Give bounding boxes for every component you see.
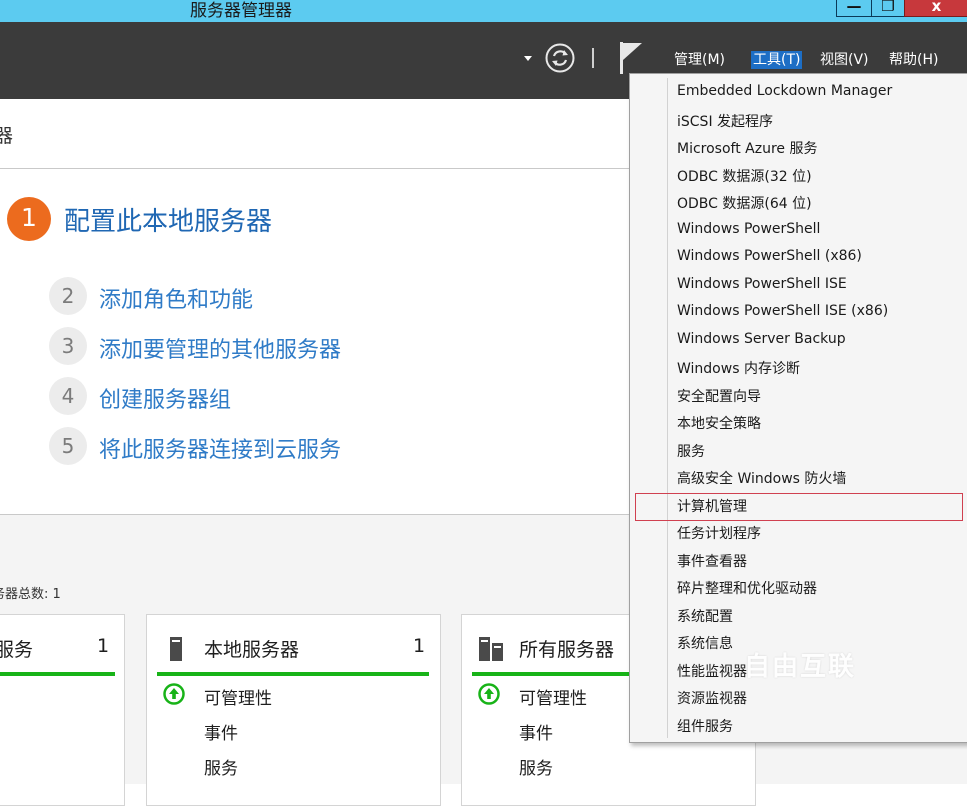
ok-status-icon xyxy=(163,683,185,705)
menu-item-odbc-64[interactable]: ODBC 数据源(64 位) xyxy=(677,193,812,213)
menu-item-services[interactable]: 服务 xyxy=(677,441,705,461)
menu-item-server-backup[interactable]: Windows Server Backup xyxy=(677,331,846,347)
maximize-button[interactable]: ❐ xyxy=(871,0,905,17)
toolbar-separator xyxy=(592,48,594,68)
menu-item-powershell[interactable]: Windows PowerShell xyxy=(677,221,820,237)
tools-dropdown-menu: Embedded Lockdown Manager iSCSI 发起程序 Mic… xyxy=(629,73,967,743)
step-4-badge: 4 xyxy=(49,377,87,415)
title-bar: 服务器管理器 — ❐ x xyxy=(0,0,967,22)
step-5-number: 5 xyxy=(61,434,75,458)
step-2-number: 2 xyxy=(61,284,75,308)
ok-status-icon xyxy=(478,683,500,705)
section-title: 器 xyxy=(0,125,14,147)
step-3-badge: 3 xyxy=(49,327,87,365)
status-bar xyxy=(0,672,115,676)
menu-item-powershell-x86[interactable]: Windows PowerShell (x86) xyxy=(677,248,862,264)
minimize-button[interactable]: — xyxy=(836,0,872,17)
menu-gutter xyxy=(667,78,668,738)
menu-item-component-services[interactable]: 组件服务 xyxy=(677,716,733,736)
status-bar xyxy=(157,672,429,676)
menu-item-advanced-firewall[interactable]: 高级安全 Windows 防火墙 xyxy=(677,468,846,488)
menu-item-performance-monitor[interactable]: 性能监视器 xyxy=(677,661,747,681)
menu-help[interactable]: 帮助(H) xyxy=(887,51,940,69)
window-title: 服务器管理器 xyxy=(190,1,292,21)
menu-item-local-security-policy[interactable]: 本地安全策略 xyxy=(677,413,761,433)
card-local-server[interactable]: 本地服务器 1 可管理性 事件 服务 xyxy=(146,614,441,806)
menu-item-iscsi-initiator[interactable]: iSCSI 发起程序 xyxy=(677,111,773,131)
servers-icon xyxy=(479,637,503,661)
card-count: 1 xyxy=(97,635,110,657)
menu-item-powershell-ise[interactable]: Windows PowerShell ISE xyxy=(677,276,847,292)
card-row-services[interactable]: 服务 xyxy=(204,754,238,779)
refresh-icon[interactable] xyxy=(545,43,575,73)
step-3-number: 3 xyxy=(61,334,75,358)
card-row-services[interactable]: 服务 xyxy=(519,754,553,779)
menu-item-computer-management[interactable]: 计算机管理 xyxy=(677,496,747,516)
minimize-icon: — xyxy=(846,0,862,15)
step-1-link[interactable]: 配置此本地服务器 xyxy=(64,201,272,238)
step-1-badge: 1 xyxy=(7,197,51,241)
step-3-link[interactable]: 添加要管理的其他服务器 xyxy=(99,332,341,364)
server-icon xyxy=(170,637,182,661)
step-2-badge: 2 xyxy=(49,277,87,315)
menu-item-odbc-32[interactable]: ODBC 数据源(32 位) xyxy=(677,166,812,186)
menu-tools[interactable]: 工具(T) xyxy=(751,51,803,69)
step-5-badge: 5 xyxy=(49,427,87,465)
watermark-text: 自由互联 xyxy=(744,652,857,682)
menu-item-azure-services[interactable]: Microsoft Azure 服务 xyxy=(677,138,817,158)
flag-icon[interactable] xyxy=(618,40,644,74)
card-row-manageability[interactable]: 可管理性 xyxy=(204,684,272,709)
close-button[interactable]: x xyxy=(904,0,967,17)
step-4-link[interactable]: 创建服务器组 xyxy=(99,382,231,414)
dropdown-arrow-icon[interactable] xyxy=(524,56,532,61)
menu-item-memory-diagnostic[interactable]: Windows 内存诊断 xyxy=(677,358,800,378)
step-5-link[interactable]: 将此服务器连接到云服务 xyxy=(99,432,341,464)
step-4-number: 4 xyxy=(61,384,75,408)
card-title: 服务 xyxy=(0,639,34,661)
card-title: 所有服务器 xyxy=(519,639,615,661)
step-2-link[interactable]: 添加角色和功能 xyxy=(99,282,253,314)
menu-item-task-scheduler[interactable]: 任务计划程序 xyxy=(677,523,761,543)
menu-item-security-config-wizard[interactable]: 安全配置向导 xyxy=(677,386,761,406)
card-count: 1 xyxy=(413,635,426,657)
maximize-icon: ❐ xyxy=(881,0,895,15)
menu-manage[interactable]: 管理(M) xyxy=(672,51,727,69)
card-row-events[interactable]: 事件 xyxy=(204,719,238,744)
menu-item-system-config[interactable]: 系统配置 xyxy=(677,606,733,626)
menu-item-event-viewer[interactable]: 事件查看器 xyxy=(677,551,747,571)
card-row-events[interactable]: 事件 xyxy=(519,719,553,744)
card-row-manageability[interactable]: 可管理性 xyxy=(519,684,587,709)
close-icon: x xyxy=(931,0,942,15)
card-services[interactable]: 服务 1 xyxy=(0,614,125,806)
menu-item-powershell-ise-x86[interactable]: Windows PowerShell ISE (x86) xyxy=(677,303,888,319)
menu-item-system-info[interactable]: 系统信息 xyxy=(677,633,733,653)
menu-view[interactable]: 视图(V) xyxy=(818,51,871,69)
menu-item-resource-monitor[interactable]: 资源监视器 xyxy=(677,688,747,708)
server-total-label: 务器总数: 1 xyxy=(0,587,61,602)
card-title: 本地服务器 xyxy=(204,639,300,661)
menu-item-embedded-lockdown-manager[interactable]: Embedded Lockdown Manager xyxy=(677,83,892,99)
step-1-number: 1 xyxy=(21,203,37,232)
menu-item-defragment[interactable]: 碎片整理和优化驱动器 xyxy=(677,578,817,598)
